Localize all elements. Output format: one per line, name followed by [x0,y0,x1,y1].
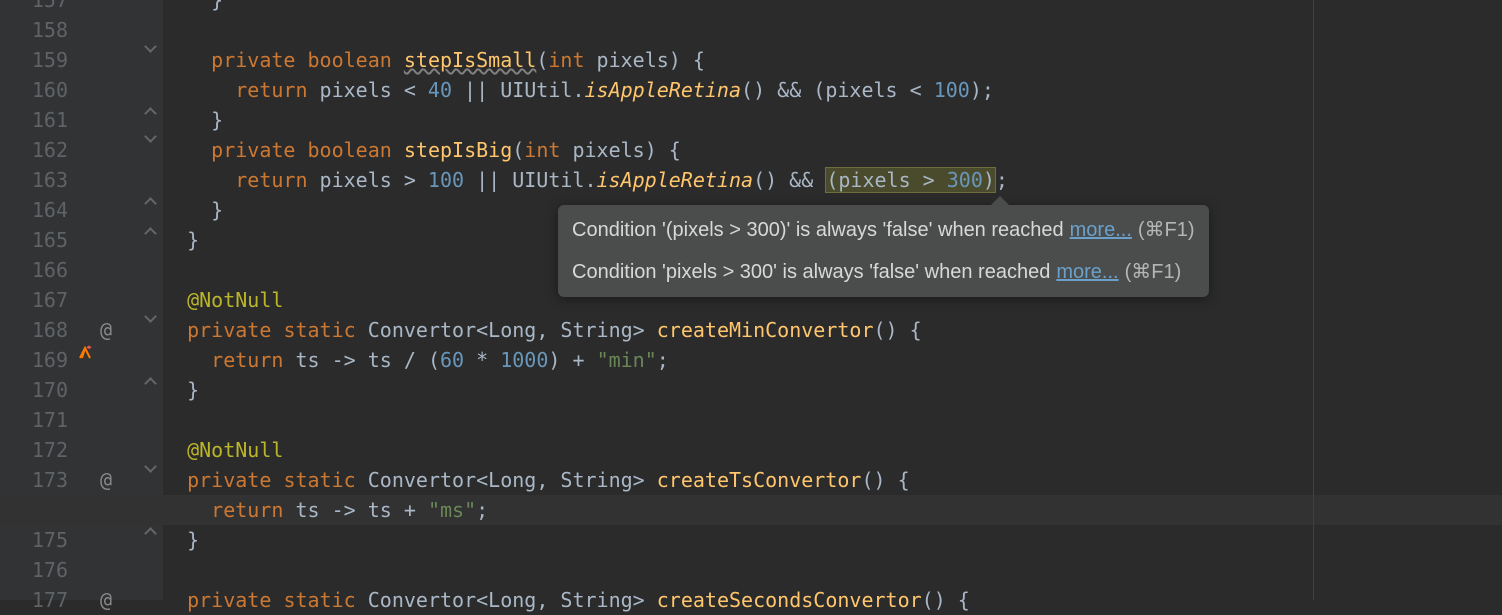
line-number: 166 [0,255,68,285]
override-icon[interactable]: @ [94,585,118,615]
code-line: private static Convertor<Long, String> c… [163,585,970,615]
tooltip-line: Condition 'pixels > 300' is always 'fals… [558,251,1209,293]
code-line: return pixels < 40 || UIUtil.isAppleReti… [163,75,994,105]
warning-highlight: (pixels > 300) [825,167,996,193]
line-number: 167 [0,285,68,315]
line-number: 175 [0,525,68,555]
line-number: 176 [0,555,68,585]
tooltip-text: Condition '(pixels > 300)' is always 'fa… [572,215,1064,245]
line-number: 162 [0,135,68,165]
override-icon[interactable]: @ [94,465,118,495]
code-line: } [163,225,199,255]
code-line: private static Convertor<Long, String> c… [163,465,910,495]
tooltip-text: Condition 'pixels > 300' is always 'fals… [572,257,1050,287]
tooltip-shortcut: (⌘F1) [1138,215,1195,245]
line-number: 177 [0,585,68,615]
fold-toggle-icon[interactable] [138,315,162,321]
fold-toggle-icon[interactable] [138,45,162,51]
code-area[interactable]: } private boolean stepIsSmall(int pixels… [163,0,1502,600]
line-number: 158 [0,15,68,45]
line-number: 170 [0,375,68,405]
line-number: 159 [0,45,68,75]
fold-toggle-icon[interactable] [138,225,162,238]
code-line: @NotNull [163,435,283,465]
editor[interactable]: 157 158 159 160 161 162 163 164 165 166 … [0,0,1502,600]
line-number: 163 [0,165,68,195]
tooltip-pointer-icon [990,196,1010,206]
lambda-icon[interactable] [73,345,97,361]
code-line: } [163,375,199,405]
line-number: 171 [0,405,68,435]
code-line: private static Convertor<Long, String> c… [163,315,922,345]
fold-toggle-icon[interactable] [138,135,162,141]
code-line: return pixels > 100 || UIUtil.isAppleRet… [163,165,1008,195]
fold-toggle-icon[interactable] [138,195,162,208]
tooltip-more-link[interactable]: more... [1056,257,1118,287]
code-line: } [163,195,223,225]
line-number: 164 [0,195,68,225]
tooltip-more-link[interactable]: more... [1070,215,1132,245]
code-line: return ts -> ts / (60 * 1000) + "min"; [163,345,669,375]
line-number: 168 [0,315,68,345]
tooltip-line: Condition '(pixels > 300)' is always 'fa… [558,209,1209,251]
code-line: private boolean stepIsBig(int pixels) { [163,135,681,165]
code-line: private boolean stepIsSmall(int pixels) … [163,45,705,75]
line-number: 173 [0,465,68,495]
line-number: 172 [0,435,68,465]
right-margin-line [1313,0,1314,600]
fold-toggle-icon[interactable] [138,105,162,118]
line-number: 165 [0,225,68,255]
code-line: return ts -> ts + "ms"; [163,495,488,525]
inspection-tooltip: Condition '(pixels > 300)' is always 'fa… [558,205,1209,297]
line-number: 157 [0,0,68,15]
line-number: 160 [0,75,68,105]
line-number: 169 [0,345,68,375]
code-line: @NotNull [163,285,283,315]
override-icon[interactable]: @ [94,315,118,345]
fold-toggle-icon[interactable] [138,465,162,471]
fold-toggle-icon[interactable] [138,375,162,388]
code-line: } [163,105,223,135]
code-line: } [163,525,199,555]
tooltip-shortcut: (⌘F1) [1125,257,1182,287]
line-number: 161 [0,105,68,135]
fold-toggle-icon[interactable] [138,525,162,538]
code-line: } [163,0,223,15]
